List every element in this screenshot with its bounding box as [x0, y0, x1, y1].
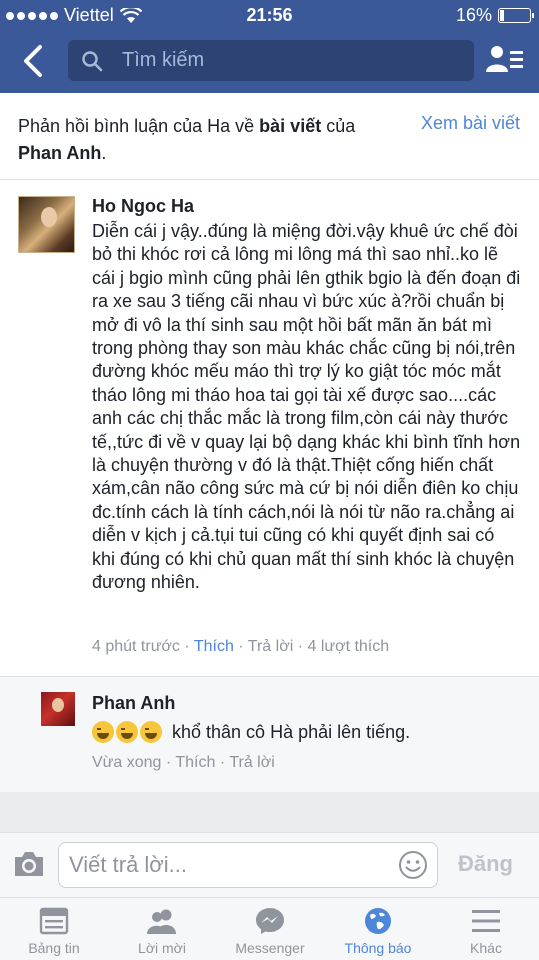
battery-fill [500, 10, 504, 21]
tab-more[interactable]: Khác [432, 898, 539, 960]
tab-notifications[interactable]: Thông báo [324, 898, 432, 960]
reply-button[interactable]: Trả lời [248, 638, 293, 655]
reply-text: khổ thân cô Hà phải lên tiếng. [172, 721, 411, 742]
comment-text: Diễn cái j vậy..đúng là miệng đời.vậy kh… [92, 221, 521, 593]
tab-news-feed[interactable]: Bảng tin [0, 898, 108, 960]
top-bar: Viettel 21:56 16% [0, 0, 539, 93]
context-description: Phản hồi bình luận của Ha về bài viết củ… [18, 113, 388, 167]
bottom-tab-bar: Bảng tin Lời mời Messenger Thông báo Khá… [0, 897, 539, 960]
emoji-smile-icon[interactable] [398, 850, 428, 880]
post-author-link[interactable]: Phan Anh [18, 143, 101, 163]
likes-count[interactable]: 4 lượt thích [307, 638, 389, 655]
reply-time: Vừa xong [92, 754, 162, 771]
comment-time: 4 phút trước [92, 638, 180, 655]
tab-friend-requests[interactable]: Lời mời [108, 898, 216, 960]
context-text: . [101, 143, 107, 163]
notifications-globe-icon [365, 908, 391, 934]
reply-author[interactable]: Phan Anh [92, 693, 175, 714]
reply-button[interactable]: Trả lời [229, 754, 274, 771]
battery-status: 16% [455, 5, 534, 26]
comment-meta: 4 phút trước · Thích · Trả lời · 4 lượt … [92, 638, 390, 655]
friend-requests-icon [147, 909, 176, 934]
search-input[interactable] [122, 40, 462, 81]
avatar[interactable] [18, 196, 75, 253]
tab-label: Messenger [235, 940, 305, 956]
search-bar[interactable] [68, 40, 474, 81]
camera-icon[interactable] [12, 849, 46, 879]
tab-label: Lời mời [138, 940, 186, 956]
tab-label: Bảng tin [28, 940, 80, 956]
search-icon [82, 51, 103, 72]
more-menu-icon [472, 910, 500, 932]
status-bar: Viettel 21:56 16% [0, 0, 539, 30]
context-text: Phản hồi bình luận của Ha về [18, 116, 260, 136]
post-link-text[interactable]: bài viết [259, 116, 321, 136]
divider [0, 792, 539, 832]
laughing-tears-emoji-icon [92, 721, 114, 743]
reply-meta: Vừa xong · Thích · Trả lời [92, 754, 275, 771]
reply-input[interactable] [69, 843, 389, 887]
comment-author[interactable]: Ho Ngoc Ha [92, 196, 194, 217]
emoji-group [92, 721, 164, 743]
friends-list-icon[interactable] [486, 44, 524, 76]
avatar[interactable] [41, 692, 75, 726]
battery-icon [498, 8, 534, 23]
tab-label: Khác [470, 940, 502, 956]
tab-messenger[interactable]: Messenger [216, 898, 324, 960]
news-feed-icon [39, 907, 69, 935]
like-button[interactable]: Thích [175, 754, 215, 771]
battery-percent: 16% [455, 5, 492, 25]
tab-label: Thông báo [344, 940, 412, 956]
messenger-icon [256, 908, 284, 934]
view-post-link[interactable]: Xem bài viết [421, 113, 520, 134]
back-chevron-icon[interactable] [18, 44, 48, 78]
reply-field[interactable] [58, 842, 438, 888]
reply-body: khổ thân cô Hà phải lên tiếng. [92, 721, 410, 743]
post-reply-button[interactable]: Đăng [458, 851, 513, 877]
context-text: của [321, 116, 356, 136]
reply-context-header: Phản hồi bình luận của Ha về bài viết củ… [0, 93, 539, 180]
like-button[interactable]: Thích [194, 638, 234, 655]
laughing-tears-emoji-icon [116, 721, 138, 743]
laughing-tears-emoji-icon [140, 721, 162, 743]
